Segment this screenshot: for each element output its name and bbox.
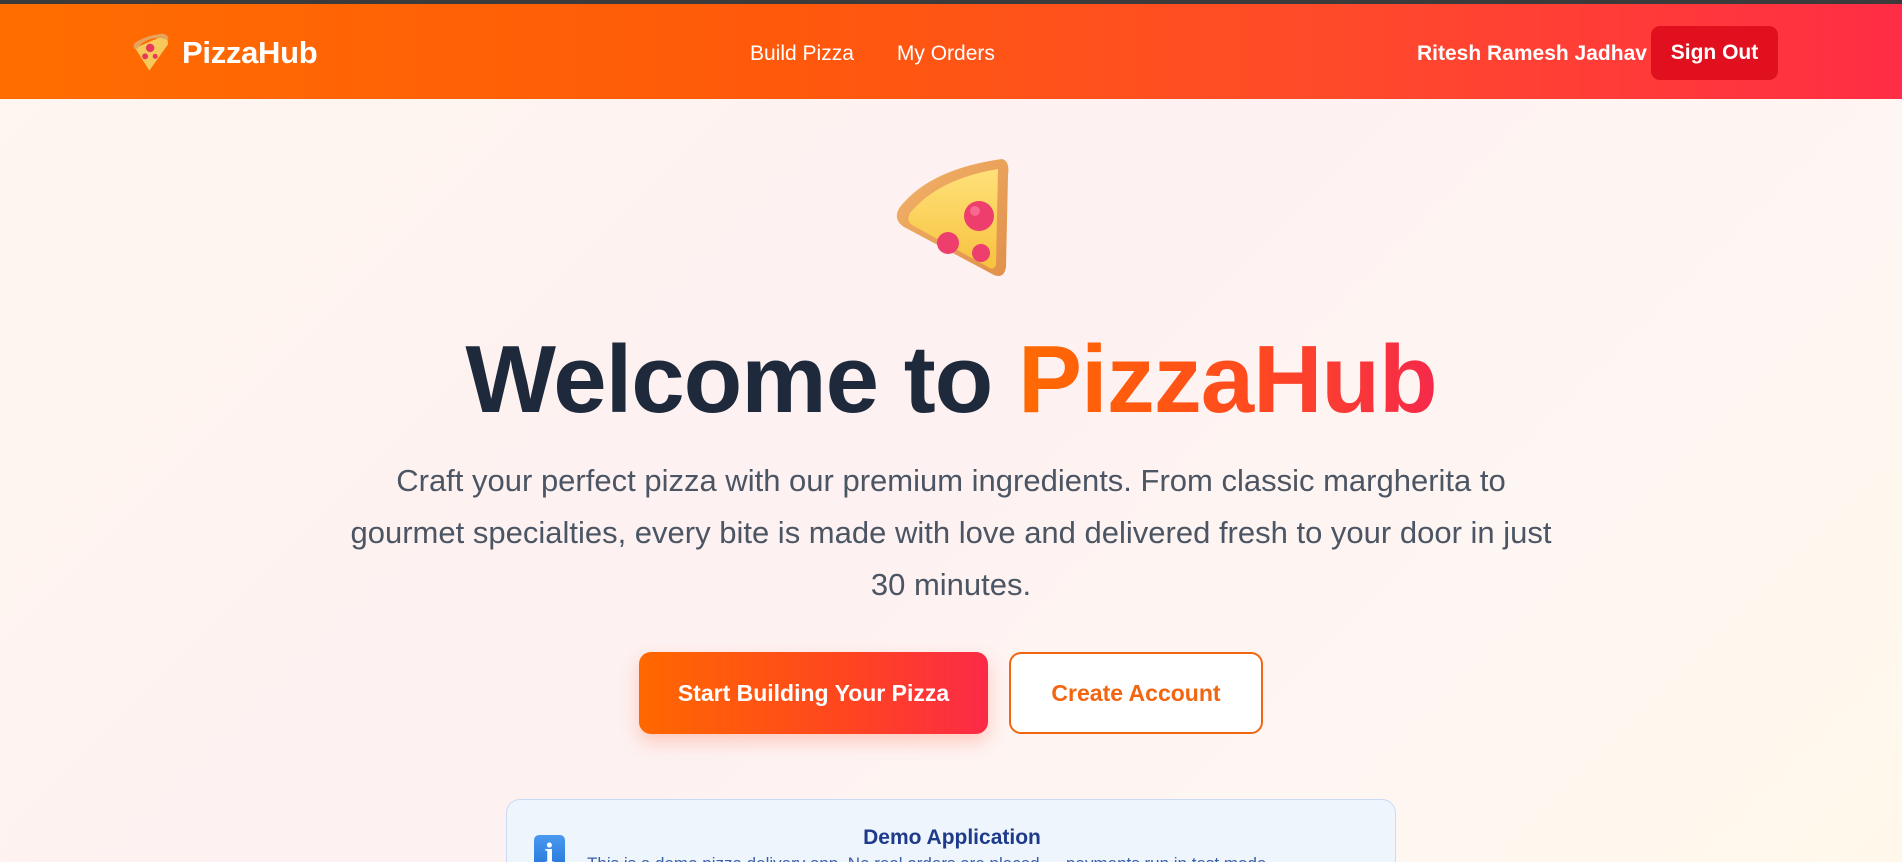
brand-name: PizzaHub	[182, 35, 318, 70]
hero-title: Welcome to PizzaHub	[0, 325, 1902, 435]
demo-notice-text: This is a demo pizza delivery app. No re…	[587, 854, 1377, 862]
sign-out-button[interactable]: Sign Out	[1651, 26, 1778, 80]
demo-notice: i Demo Application This is a demo pizza …	[506, 799, 1396, 862]
pizza-slice-icon	[896, 159, 1009, 276]
create-account-button[interactable]: Create Account	[1009, 652, 1263, 734]
nav-links: Build Pizza My Orders	[750, 42, 995, 66]
nav-build-pizza[interactable]: Build Pizza	[750, 42, 854, 66]
start-building-button[interactable]: Start Building Your Pizza	[639, 652, 988, 734]
nav-my-orders[interactable]: My Orders	[897, 42, 995, 66]
hero-title-brand-part1: Pizza	[1017, 326, 1254, 433]
brand-logo[interactable]: PizzaHub	[130, 32, 318, 74]
demo-notice-title: Demo Application	[863, 826, 1041, 849]
hero-title-brand-part2: Hub	[1253, 326, 1437, 433]
pizza-slice-icon	[133, 33, 169, 71]
user-name: Ritesh Ramesh Jadhav	[1417, 42, 1647, 65]
navbar: PizzaHub Build Pizza My Orders Ritesh Ra…	[0, 4, 1902, 99]
hero-subtitle: Craft your perfect pizza with our premiu…	[350, 463, 1552, 602]
hero-title-brand: PizzaHub	[1018, 326, 1437, 433]
hero-title-prefix: Welcome to	[465, 326, 1018, 433]
